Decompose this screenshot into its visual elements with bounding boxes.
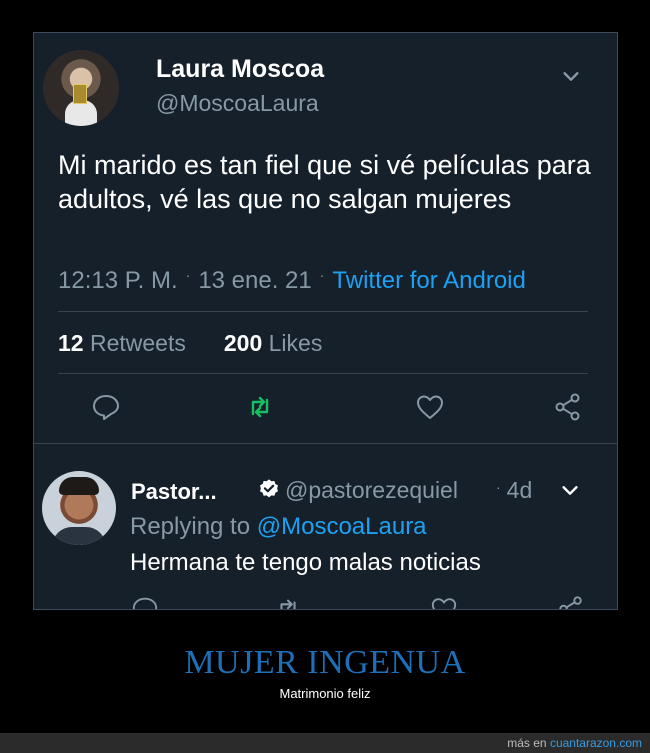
like-icon[interactable] — [415, 392, 445, 422]
chevron-down-icon[interactable] — [559, 479, 581, 501]
replying-to: Replying to @MoscoaLaura — [130, 513, 427, 541]
author-handle[interactable]: @MoscoaLaura — [156, 90, 319, 117]
reply-text: Hermana te tengo malas noticias — [130, 549, 481, 576]
chevron-down-icon[interactable] — [560, 65, 582, 87]
tweet-meta: 12:13 P. M. · 13 ene. 21 · Twitter for Andro… — [58, 267, 526, 294]
caption-subtitle: Matrimonio feliz — [279, 686, 371, 701]
retweet-icon[interactable] — [274, 595, 302, 610]
tweet-text: Mi marido es tan fiel que si vé película… — [58, 150, 591, 214]
tweet-screenshot: Laura Moscoa @MoscoaLaura Mi marido es t… — [33, 32, 618, 610]
footer-site-link[interactable]: cuantarazon.com — [550, 736, 642, 750]
reply-time-value: 4d — [506, 477, 533, 503]
reply-time: · 4d — [496, 477, 533, 503]
reply-author-handle[interactable]: @pastorezequiel — [285, 477, 458, 504]
footer-prefix: más en — [507, 736, 547, 750]
likes-count: 200 — [223, 330, 263, 356]
author-avatar[interactable] — [43, 50, 119, 126]
likes-label: Likes — [268, 330, 323, 356]
divider — [34, 443, 617, 444]
reply-author-name[interactable]: Pastor... — [131, 479, 217, 505]
reply-icon[interactable] — [131, 595, 159, 610]
retweets-count: 12 — [58, 330, 84, 356]
share-icon[interactable] — [557, 595, 585, 610]
reply-icon[interactable] — [91, 392, 121, 422]
tweet-time: 12:13 P. M. — [58, 267, 178, 294]
divider — [58, 373, 588, 374]
like-icon[interactable] — [430, 595, 458, 610]
retweet-icon[interactable] — [245, 392, 275, 422]
author-name[interactable]: Laura Moscoa — [156, 55, 324, 84]
divider — [58, 311, 588, 312]
replying-mention[interactable]: @MoscoaLaura — [257, 513, 427, 540]
retweets-stat[interactable]: 12 Retweets — [58, 330, 186, 356]
likes-stat[interactable]: 200 Likes — [224, 330, 322, 356]
share-icon[interactable] — [553, 392, 583, 422]
replying-prefix: Replying to — [130, 513, 251, 540]
tweet-source[interactable]: Twitter for Android — [332, 267, 525, 294]
reply-avatar[interactable] — [42, 471, 116, 545]
footer-text: más en cuantarazon.com — [507, 736, 642, 750]
tweet-stats: 12 Retweets 200 Likes — [58, 330, 322, 357]
retweets-label: Retweets — [89, 330, 186, 356]
caption-title: MUJER INGENUA — [184, 644, 466, 681]
tweet-date: 13 ene. 21 — [198, 267, 312, 294]
footer-bar: más en cuantarazon.com — [0, 733, 650, 753]
verified-icon — [260, 479, 278, 498]
